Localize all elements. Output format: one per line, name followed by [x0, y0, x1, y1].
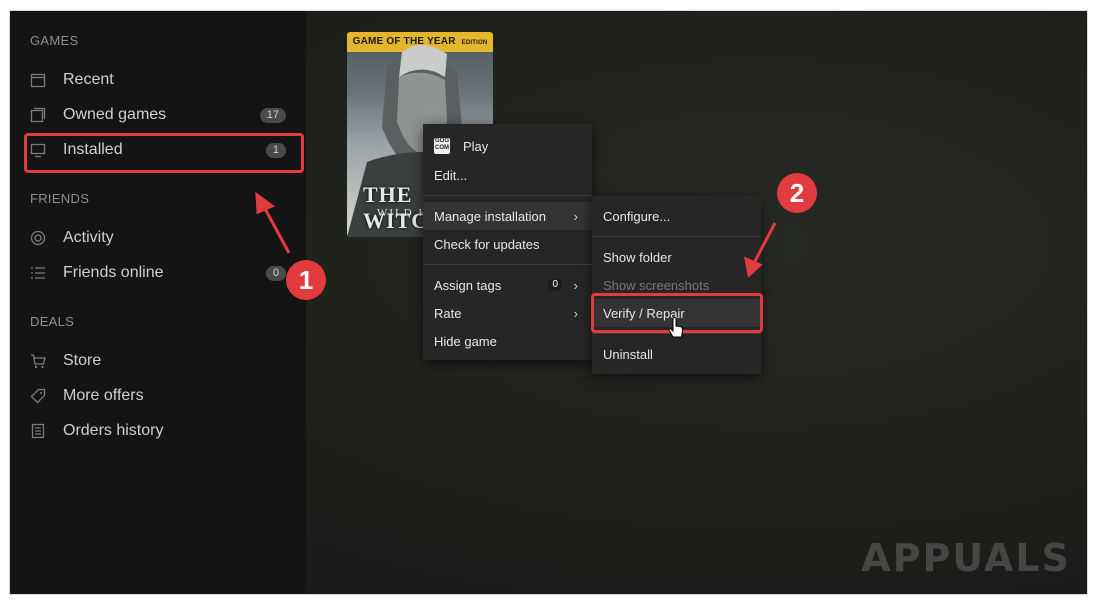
- menu-item-label: Edit...: [434, 167, 468, 183]
- monitor-icon: [30, 142, 46, 158]
- sidebar-item-installed[interactable]: Installed 1: [30, 135, 286, 165]
- friends-online-count-badge: 0: [265, 266, 286, 281]
- hand-cursor-icon: [668, 317, 684, 338]
- cart-icon: [30, 353, 46, 369]
- sidebar-item-activity[interactable]: Activity: [30, 223, 286, 253]
- menu-item-play[interactable]: GOG COM Play: [423, 132, 592, 160]
- sidebar-item-more-offers[interactable]: More offers: [30, 381, 286, 411]
- submenu-item-uninstall[interactable]: Uninstall: [592, 340, 761, 368]
- installed-count-badge: 1: [265, 143, 286, 158]
- menu-item-label: Uninstall: [603, 346, 653, 362]
- submenu-item-show-screenshots: Show screenshots: [592, 271, 761, 299]
- activity-icon: [30, 230, 46, 246]
- menu-item-assign-tags[interactable]: Assign tags 0 ›: [423, 271, 592, 299]
- sidebar-item-label: Owned games: [63, 106, 167, 123]
- tag-count-badge: 0: [548, 279, 562, 291]
- menu-item-label: Hide game: [434, 333, 497, 349]
- sidebar-item-orders-history[interactable]: Orders history: [30, 416, 286, 446]
- sidebar-item-label: Orders history: [63, 422, 164, 439]
- chevron-right-icon: ›: [573, 208, 578, 224]
- menu-item-label: Check for updates: [434, 236, 540, 252]
- submenu-item-configure[interactable]: Configure...: [592, 202, 761, 230]
- sidebar-item-friends-online[interactable]: Friends online 0: [30, 258, 286, 288]
- sidebar-item-label: More offers: [63, 387, 144, 404]
- sidebar-item-label: Recent: [63, 71, 114, 88]
- step-1-badge: 1: [286, 260, 326, 300]
- owned-games-count-badge: 17: [259, 108, 286, 123]
- gog-galaxy-window: GAMES Recent Owned games 17 Installed 1 …: [10, 11, 1087, 594]
- receipt-icon: [30, 423, 46, 439]
- submenu-item-show-folder[interactable]: Show folder: [592, 243, 761, 271]
- section-title-games: GAMES: [30, 33, 79, 48]
- menu-item-manage-installation[interactable]: Manage installation ›: [423, 202, 592, 230]
- section-title-friends: FRIENDS: [30, 191, 90, 206]
- list-icon: [30, 265, 46, 281]
- tag-icon: [30, 388, 46, 404]
- calendar-icon: [30, 72, 46, 88]
- sidebar-item-store[interactable]: Store: [30, 346, 286, 376]
- sidebar: GAMES Recent Owned games 17 Installed 1 …: [10, 11, 306, 594]
- game-context-menu: GOG COM Play Edit... Manage installation…: [423, 124, 592, 360]
- menu-item-label: Assign tags: [434, 277, 502, 293]
- menu-item-edit[interactable]: Edit...: [423, 161, 592, 189]
- sidebar-item-recent[interactable]: Recent: [30, 65, 286, 95]
- menu-item-label: Manage installation: [434, 208, 547, 224]
- sidebar-item-owned-games[interactable]: Owned games 17: [30, 100, 286, 130]
- menu-item-rate[interactable]: Rate ›: [423, 299, 592, 327]
- library-icon: [30, 107, 46, 123]
- menu-item-check-for-updates[interactable]: Check for updates: [423, 230, 592, 258]
- sidebar-item-label: Activity: [63, 229, 114, 246]
- chevron-right-icon: ›: [573, 277, 578, 293]
- gog-icon: GOG COM: [434, 138, 450, 154]
- chevron-right-icon: ›: [573, 305, 578, 321]
- sidebar-item-label: Store: [63, 352, 102, 369]
- menu-separator: [423, 195, 592, 196]
- menu-separator: [423, 264, 592, 265]
- sidebar-item-label: Installed: [63, 141, 123, 158]
- menu-item-hide-game[interactable]: Hide game: [423, 327, 592, 355]
- section-title-deals: DEALS: [30, 314, 75, 329]
- menu-item-label: Rate: [434, 305, 462, 321]
- appuals-watermark: APPUALS: [861, 536, 1071, 580]
- menu-item-label: Show folder: [603, 249, 672, 265]
- menu-separator: [592, 236, 761, 237]
- sidebar-item-label: Friends online: [63, 264, 164, 281]
- menu-item-label: Show screenshots: [603, 277, 710, 293]
- manage-installation-submenu: Configure... Show folder Show screenshot…: [592, 196, 761, 374]
- menu-item-label: Configure...: [603, 208, 671, 224]
- menu-item-label: Play: [463, 138, 489, 154]
- step-2-badge: 2: [777, 173, 817, 213]
